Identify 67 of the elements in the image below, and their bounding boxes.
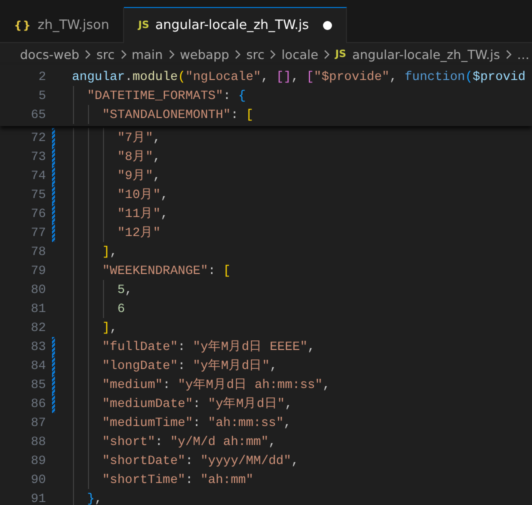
line-number: 91 xyxy=(30,492,46,505)
line-number: 84 xyxy=(30,358,46,372)
line-number: 76 xyxy=(30,206,46,220)
code-line: "WEEKENDRANGE": [ xyxy=(102,264,231,278)
chevron-right-icon xyxy=(120,48,127,60)
line-number: 75 xyxy=(30,188,46,202)
code-line: "10月", xyxy=(117,187,168,203)
tab-label: angular-locale_zh_TW.js xyxy=(155,18,309,33)
breadcrumb-item[interactable]: locale xyxy=(281,46,318,62)
chevron-right-icon xyxy=(84,48,92,60)
line-number: 5 xyxy=(37,88,46,102)
breadcrumb-item[interactable]: docs-web xyxy=(20,46,80,62)
code-line: }, xyxy=(87,492,102,505)
line-number: 89 xyxy=(30,454,46,468)
chevron-right-icon xyxy=(269,48,276,60)
code-line: "short": "y/M/d ah:mm", xyxy=(102,434,276,448)
line-number: 85 xyxy=(30,378,46,392)
breadcrumb-item[interactable]: src xyxy=(246,46,264,62)
chevron-right-icon xyxy=(168,48,175,60)
file-type-icon: {} xyxy=(14,18,32,32)
line-number: 80 xyxy=(30,282,46,296)
line-number: 78 xyxy=(30,244,46,258)
tab-label: zh_TW.json xyxy=(38,18,110,32)
breadcrumb-item[interactable]: angular-locale_zh_TW.js xyxy=(352,46,500,62)
line-number: 72 xyxy=(30,130,46,144)
code-line: ], xyxy=(102,244,118,258)
code-line: angular.module("ngLocale", [], ["$provide", function($provid xyxy=(72,70,526,84)
breadcrumb-item[interactable]: main xyxy=(132,46,163,62)
chevron-right-icon xyxy=(323,48,330,60)
code-line: "9月", xyxy=(117,168,161,184)
line-number: 83 xyxy=(30,340,46,354)
breadcrumb-item[interactable]: src xyxy=(96,46,115,62)
chevron-right-icon xyxy=(234,48,242,60)
line-number: 2 xyxy=(37,70,46,84)
code-line: "shortTime": "ah:mm" xyxy=(102,472,254,486)
line-number: 81 xyxy=(30,302,46,316)
code-line: "12月" xyxy=(117,225,161,241)
code-line: "shortDate": "yyyy/MM/dd", xyxy=(102,454,299,468)
code-line: "fullDate": "y年M月d日 EEEE", xyxy=(102,339,316,355)
line-number: 86 xyxy=(30,396,46,410)
code-line: "7月", xyxy=(117,130,161,146)
line-number: 79 xyxy=(30,264,46,278)
line-number: 73 xyxy=(30,150,46,164)
code-line: "longDate": "y年M月d日", xyxy=(102,358,278,374)
line-number: 88 xyxy=(30,434,46,448)
code-line: "medium": "y年M月d日 ah:mm:ss", xyxy=(102,377,330,393)
line-number: 65 xyxy=(30,108,46,122)
code-line: "11月", xyxy=(117,206,168,222)
line-number: 90 xyxy=(30,472,46,486)
file-type-icon: JS xyxy=(335,48,346,60)
line-number: 77 xyxy=(30,226,46,240)
code-line: "mediumTime": "ah:mm:ss", xyxy=(102,416,292,430)
breadcrumb-item[interactable]: … xyxy=(516,46,530,62)
code-line: ], xyxy=(102,320,118,334)
breadcrumb-item[interactable]: webapp xyxy=(180,46,230,62)
chevron-right-icon xyxy=(504,48,512,60)
line-number: 87 xyxy=(30,416,46,430)
file-type-icon: JS xyxy=(138,20,150,31)
editor-tab[interactable]: JS angular-locale_zh_TW.js xyxy=(124,7,347,43)
code-line: "DATETIME_FORMATS": { xyxy=(87,88,246,102)
line-number: 82 xyxy=(30,320,46,334)
code-line: 6 xyxy=(117,302,125,316)
code-line: "8月", xyxy=(117,149,161,165)
code-line: 5, xyxy=(117,282,132,296)
line-number: 74 xyxy=(30,168,46,182)
code-line: "STANDALONEMONTH": [ xyxy=(102,108,254,122)
code-line: "mediumDate": "y年M月d日", xyxy=(102,396,292,412)
